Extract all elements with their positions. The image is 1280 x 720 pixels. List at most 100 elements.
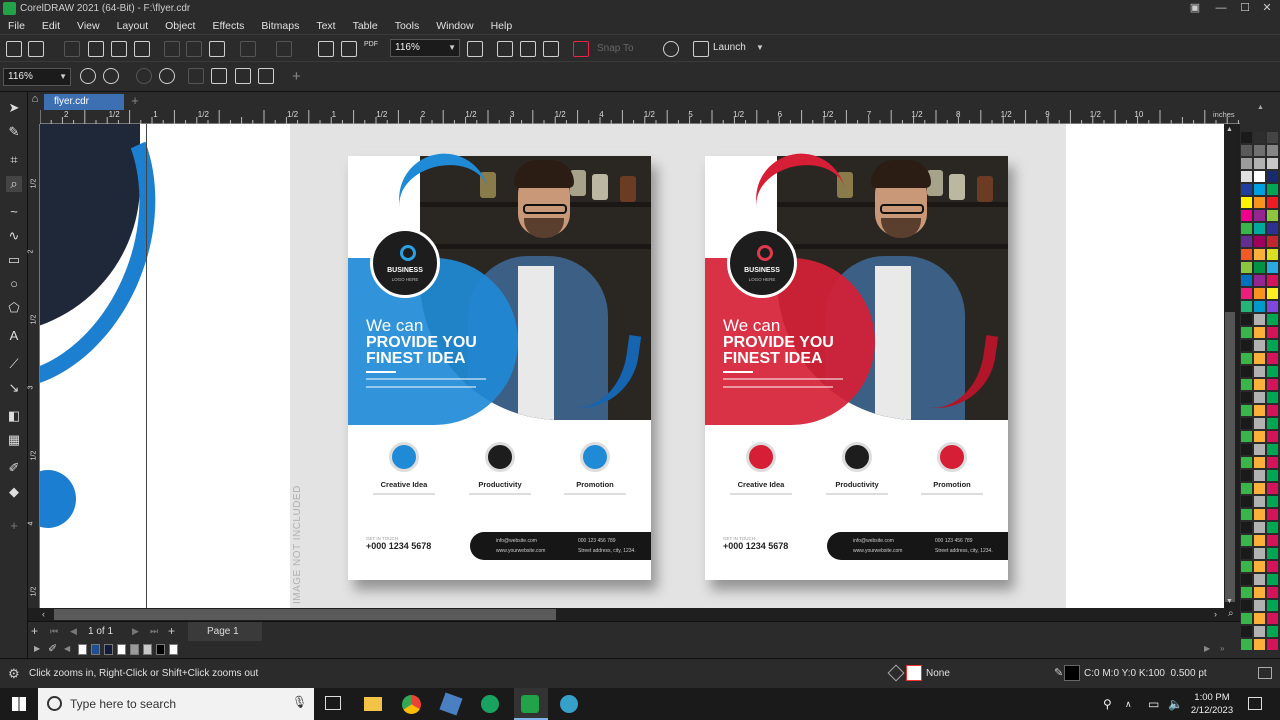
palette-color-swatch[interactable] [1267,184,1278,195]
palette-color-swatch[interactable] [1241,158,1252,169]
menu-help[interactable]: Help [491,20,513,32]
palette-color-swatch[interactable] [1254,418,1265,429]
palette-color-swatch[interactable] [1241,132,1252,143]
palette-color-swatch[interactable] [1267,197,1278,208]
menu-window[interactable]: Window [436,20,473,32]
palette-color-swatch[interactable] [1267,509,1278,520]
document-color-swatch[interactable] [117,644,126,655]
menu-layout[interactable]: Layout [117,20,149,32]
palette-color-swatch[interactable] [1241,223,1252,234]
undo-icon[interactable] [240,41,256,57]
palette-color-swatch[interactable] [1254,249,1265,260]
palette-color-swatch[interactable] [1241,145,1252,156]
palette-color-swatch[interactable] [1267,392,1278,403]
ruler-origin[interactable] [28,110,40,124]
palette-color-swatch[interactable] [1254,535,1265,546]
show-rulers-icon[interactable] [497,41,513,57]
palette-color-swatch[interactable] [1241,392,1252,403]
palette-color-swatch[interactable] [1254,574,1265,585]
zoom-in-icon[interactable] [80,68,96,84]
ellipse-tool-icon[interactable]: ○ [6,276,22,292]
palette-color-swatch[interactable] [1254,639,1265,650]
palette-color-swatch[interactable] [1254,353,1265,364]
first-page-icon[interactable]: ⏮ [50,626,58,637]
palette-color-swatch[interactable] [1267,379,1278,390]
launch-dropdown[interactable]: Launch [713,42,746,53]
coreldraw-taskbar-icon[interactable] [521,695,539,713]
export-icon[interactable] [341,41,357,57]
palette-color-swatch[interactable] [1241,314,1252,325]
palette-color-swatch[interactable] [1241,639,1252,650]
palette-color-swatch[interactable] [1267,327,1278,338]
download-cloud-icon[interactable] [111,41,127,57]
task-view-icon[interactable] [325,696,341,710]
palette-color-swatch[interactable] [1241,301,1252,312]
palette-color-swatch[interactable] [1254,340,1265,351]
palette-color-swatch[interactable] [1254,275,1265,286]
copy-icon[interactable] [186,41,202,57]
palette-color-swatch[interactable] [1241,496,1252,507]
palette-color-swatch[interactable] [1254,132,1265,143]
palette-color-swatch[interactable] [1241,613,1252,624]
palette-color-swatch[interactable] [1241,197,1252,208]
document-color-swatch[interactable] [143,644,152,655]
file-explorer-icon[interactable] [364,697,382,711]
palette-color-swatch[interactable] [1267,353,1278,364]
palette-color-swatch[interactable] [1254,522,1265,533]
palette-color-swatch[interactable] [1267,145,1278,156]
menu-tools[interactable]: Tools [395,20,420,32]
chrome-icon[interactable] [402,695,421,714]
menu-bitmaps[interactable]: Bitmaps [261,20,299,32]
palette-color-swatch[interactable] [1241,522,1252,533]
print-icon[interactable] [134,41,150,57]
menu-effects[interactable]: Effects [212,20,244,32]
palette-color-swatch[interactable] [1267,288,1278,299]
polygon-tool-icon[interactable]: ⬠ [6,300,22,316]
windows-start-icon[interactable] [12,697,26,711]
palette-color-swatch[interactable] [1254,431,1265,442]
people-icon[interactable]: ⚲ [1103,688,1112,720]
palette-color-swatch[interactable] [1254,457,1265,468]
palette-color-swatch[interactable] [1267,223,1278,234]
palette-color-swatch[interactable] [1267,548,1278,559]
flyer-red[interactable]: BUSINESS LOGO HERE We can PROVIDE YOU FI… [705,145,1008,580]
palette-color-swatch[interactable] [1254,158,1265,169]
scroll-down-icon[interactable]: ▼ [1226,598,1233,605]
palette-color-swatch[interactable] [1267,431,1278,442]
palette-color-swatch[interactable] [1254,613,1265,624]
launch-icon[interactable] [693,41,709,57]
palette-color-swatch[interactable] [1241,587,1252,598]
microphone-icon[interactable]: 🎙 [292,695,307,709]
eyedropper-icon[interactable]: ✐ [6,460,22,476]
menu-view[interactable]: View [77,20,100,32]
zoom-out-icon[interactable] [103,68,119,84]
tray-chevron-icon[interactable]: ∧ [1125,688,1132,720]
corel-photo-icon[interactable] [481,695,499,713]
palette-color-swatch[interactable] [1241,535,1252,546]
close-button[interactable]: ✕ [1254,0,1280,17]
palette-color-swatch[interactable] [1267,236,1278,247]
palette-color-swatch[interactable] [1267,301,1278,312]
palette-color-swatch[interactable] [1267,314,1278,325]
palette-color-swatch[interactable] [1241,236,1252,247]
scroll-up-icon[interactable]: ▲ [1226,126,1233,133]
last-page-icon[interactable]: ⏭ [150,626,158,637]
vertical-ruler[interactable]: 1/2 2 1/2 3 1/2 4 1/2 [27,124,40,608]
new-document-icon[interactable] [6,41,22,57]
text-tool-icon[interactable]: A [6,328,22,344]
upload-cloud-icon[interactable] [88,41,104,57]
eyedropper-swatch-icon[interactable]: ✐ [48,642,57,655]
zoom-fit-icon[interactable] [258,68,274,84]
add-page-after-button[interactable]: + [168,624,175,638]
pick-tool-icon[interactable]: ➤ [6,100,22,116]
menu-edit[interactable]: Edit [42,20,60,32]
taskbar-search-box[interactable]: Type here to search 🎙 [38,688,314,720]
swatch-scroll-left-icon[interactable]: ◀ [64,644,70,653]
palette-color-swatch[interactable] [1267,262,1278,273]
artistic-media-icon[interactable]: ∿ [6,228,22,244]
palette-color-swatch[interactable] [1241,574,1252,585]
palette-color-swatch[interactable] [1241,444,1252,455]
options-gear-icon[interactable] [663,41,679,57]
zoom-all-objects-icon[interactable] [159,68,175,84]
palette-color-swatch[interactable] [1254,301,1265,312]
